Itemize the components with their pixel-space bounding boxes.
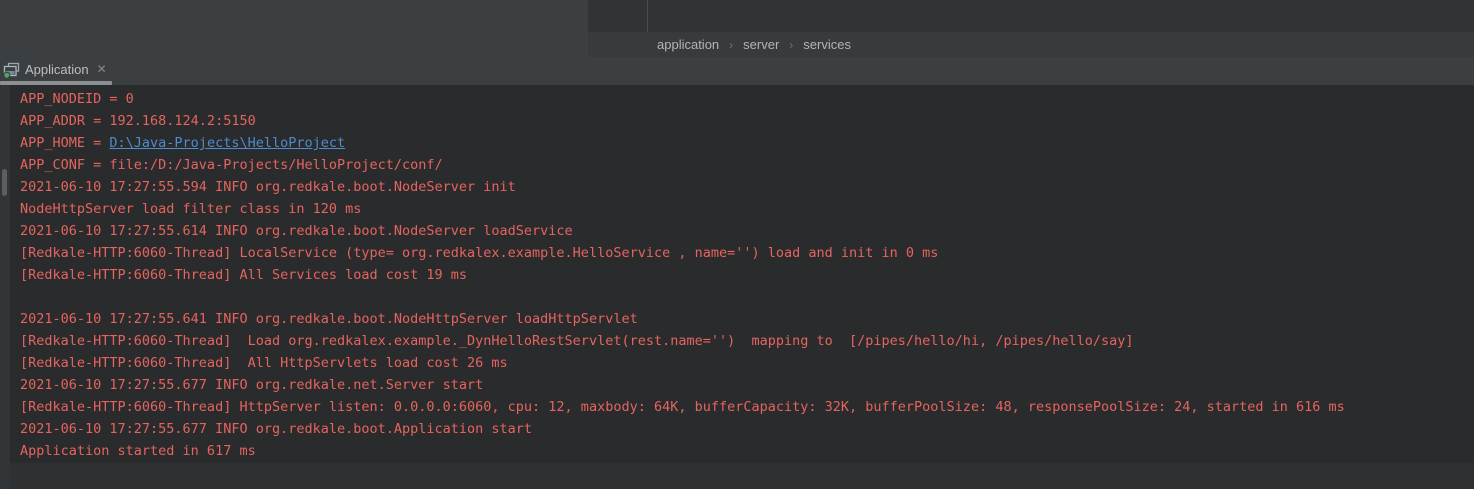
console-line: [Redkale-HTTP:6060-Thread] HttpServer li… (20, 396, 1474, 418)
breadcrumb-separator-icon: › (729, 38, 733, 52)
running-indicator-dot (4, 72, 10, 78)
console-line: [Redkale-HTTP:6060-Thread] LocalService … (20, 242, 1474, 264)
breadcrumb-item-services[interactable]: services (801, 37, 853, 52)
top-right-panel: application › server › services (588, 0, 1474, 57)
console-line: APP_HOME = D:\Java-Projects\HelloProject (20, 132, 1474, 154)
breadcrumb-item-application[interactable]: application (655, 37, 721, 52)
breadcrumb-item-server[interactable]: server (741, 37, 781, 52)
console-bottom-band (10, 463, 1474, 489)
console-output[interactable]: APP_NODEID = 0APP_ADDR = 192.168.124.2:5… (10, 85, 1474, 463)
console-text: APP_HOME = (20, 135, 109, 151)
console-line (20, 286, 1474, 308)
run-console: APP_NODEID = 0APP_ADDR = 192.168.124.2:5… (0, 85, 1474, 489)
breadcrumb-separator-icon: › (789, 38, 793, 52)
console-line: 2021-06-10 17:27:55.641 INFO org.redkale… (20, 308, 1474, 330)
console-line: 2021-06-10 17:27:55.594 INFO org.redkale… (20, 176, 1474, 198)
console-line: [Redkale-HTTP:6060-Thread] All HttpServl… (20, 352, 1474, 374)
console-gutter (0, 85, 10, 489)
console-line: [Redkale-HTTP:6060-Thread] Load org.redk… (20, 330, 1474, 352)
console-line: 2021-06-10 17:27:55.677 INFO org.redkale… (20, 418, 1474, 440)
console-line: Application started in 617 ms (20, 440, 1474, 462)
console-line: 2021-06-10 17:27:55.677 INFO org.redkale… (20, 374, 1474, 396)
console-file-link[interactable]: D:\Java-Projects\HelloProject (109, 135, 345, 151)
top-left-panel (0, 0, 588, 57)
tab-application[interactable]: Application ✕ (0, 57, 113, 81)
breadcrumb: application › server › services (588, 32, 1474, 57)
console-line: [Redkale-HTTP:6060-Thread] All Services … (20, 264, 1474, 286)
run-toolwindow-tabbar: Application ✕ (0, 57, 1474, 85)
ide-window: application › server › services Application … (0, 0, 1474, 489)
console-line: NodeHttpServer load filter class in 120 … (20, 198, 1474, 220)
console-line: APP_ADDR = 192.168.124.2:5150 (20, 110, 1474, 132)
console-line: 2021-06-10 17:27:55.614 INFO org.redkale… (20, 220, 1474, 242)
editor-empty-area (588, 0, 1474, 32)
console-line: APP_NODEID = 0 (20, 88, 1474, 110)
tab-close-icon[interactable]: ✕ (97, 63, 107, 75)
console-scrollbar-thumb[interactable] (2, 169, 7, 196)
editor-split-divider (647, 0, 648, 32)
tab-application-label: Application (25, 62, 89, 77)
console-line: APP_CONF = file:/D:/Java-Projects/HelloP… (20, 154, 1474, 176)
run-console-icon (3, 62, 20, 78)
top-area: application › server › services (0, 0, 1474, 57)
